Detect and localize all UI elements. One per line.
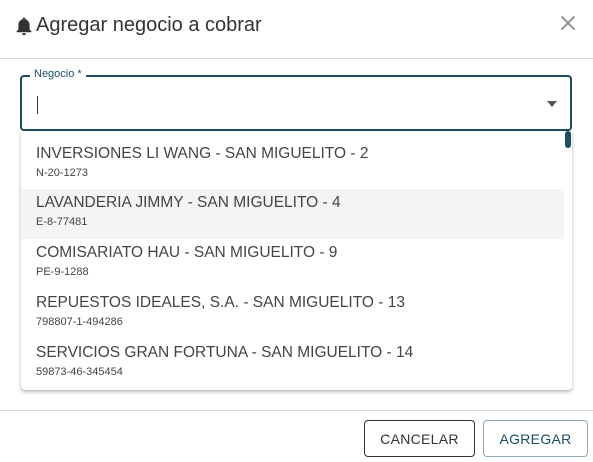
option-name: COMISARIATO HAU - SAN MIGUELITO - 9 [36,244,338,261]
option-name: SERVICIOS GRAN FORTUNA - SAN MIGUELITO -… [36,344,414,361]
footer-divider [0,410,593,411]
option-name: LAVANDERIA JIMMY - SAN MIGUELITO - 4 [36,194,341,211]
scrollbar-track[interactable] [564,131,572,390]
add-button[interactable]: AGREGAR [483,420,588,457]
header-divider [0,58,593,59]
business-input[interactable] [34,89,534,117]
cancel-button[interactable]: CANCELAR [364,420,475,457]
close-icon[interactable] [556,11,580,35]
option-item[interactable]: SERVICIOS GRAN FORTUNA - SAN MIGUELITO -… [21,339,564,389]
business-field-label: Negocio * [30,68,86,80]
option-code: 59873-46-345454 [36,366,123,378]
bell-icon [15,16,33,36]
scrollbar-thumb[interactable] [565,131,571,148]
dialog-header: Agregar negocio a cobrar [0,0,593,58]
option-item[interactable]: LAVANDERIA JIMMY - SAN MIGUELITO - 4 E-8… [21,189,564,239]
option-code: 798807-1-494286 [36,316,123,328]
business-autocomplete[interactable] [20,75,572,131]
option-code: PE-9-1288 [36,266,89,278]
add-business-dialog: Agregar negocio a cobrar Negocio * INVER… [0,0,593,462]
dialog-title: Agregar negocio a cobrar [36,14,262,36]
option-code: N-20-1273 [36,167,88,179]
option-item[interactable]: REPUESTOS IDEALES, S.A. - SAN MIGUELITO … [21,289,564,339]
option-item[interactable]: COMISARIATO HAU - SAN MIGUELITO - 9 PE-9… [21,239,564,289]
text-cursor [37,96,38,114]
option-code: E-8-77481 [36,216,88,228]
option-name: REPUESTOS IDEALES, S.A. - SAN MIGUELITO … [36,294,405,311]
option-name: INVERSIONES LI WANG - SAN MIGUELITO - 2 [36,145,369,162]
option-item[interactable]: INVERSIONES LI WANG - SAN MIGUELITO - 2 … [21,131,564,181]
business-options-list[interactable]: INVERSIONES LI WANG - SAN MIGUELITO - 2 … [21,131,572,390]
caret-down-icon[interactable] [546,99,558,109]
